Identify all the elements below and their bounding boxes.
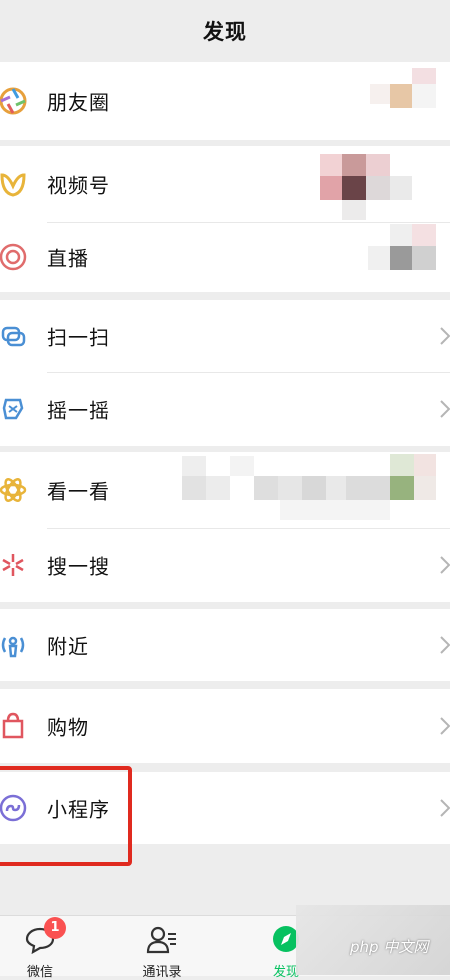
scan-icon bbox=[0, 319, 30, 353]
menu-item-scan[interactable]: 扫一扫 bbox=[0, 300, 450, 372]
search-icon bbox=[0, 548, 30, 582]
menu-item-label: 视频号 bbox=[47, 173, 110, 198]
watermark-text: php 中文网 bbox=[350, 938, 429, 956]
tab-label: 微信 bbox=[26, 965, 53, 980]
menu-item-label: 摇一摇 bbox=[47, 398, 110, 423]
moments-icon bbox=[0, 84, 30, 118]
menu-item-label: 扫一扫 bbox=[47, 325, 110, 350]
menu-item-shopping[interactable]: 购物 bbox=[0, 689, 450, 763]
menu-item-shake[interactable]: 摇一摇 bbox=[0, 372, 450, 446]
group-moments: 朋友圈 bbox=[0, 62, 450, 140]
menu-item-search[interactable]: 搜一搜 bbox=[0, 528, 450, 602]
menu-item-label: 直播 bbox=[47, 246, 89, 271]
chevron-right-icon bbox=[440, 400, 450, 418]
group-stories-search: 看一看 搜一搜 bbox=[0, 452, 450, 602]
live-icon bbox=[0, 240, 30, 274]
group-scan-shake: 扫一扫 摇一摇 bbox=[0, 300, 450, 446]
chevron-right-icon bbox=[440, 636, 450, 654]
menu-item-label: 小程序 bbox=[47, 797, 110, 822]
mini-programs-icon bbox=[0, 791, 30, 825]
contacts-icon bbox=[146, 926, 176, 954]
channels-icon bbox=[0, 167, 30, 201]
menu-item-label: 朋友圈 bbox=[47, 90, 110, 115]
menu-item-label: 看一看 bbox=[47, 479, 110, 504]
unread-badge: 1 bbox=[44, 917, 66, 939]
chevron-right-icon bbox=[440, 327, 450, 345]
group-channels: 视频号 直播 bbox=[0, 146, 450, 292]
nearby-icon bbox=[0, 628, 30, 662]
chevron-right-icon bbox=[440, 799, 450, 817]
tab-chats[interactable]: 1 微信 bbox=[0, 916, 80, 980]
menu-item-moments[interactable]: 朋友圈 bbox=[0, 62, 450, 140]
menu-item-nearby[interactable]: 附近 bbox=[0, 609, 450, 681]
top-bar: 发现 bbox=[0, 0, 450, 62]
chevron-right-icon bbox=[440, 717, 450, 735]
menu-item-label: 附近 bbox=[47, 634, 89, 659]
shake-icon bbox=[0, 392, 30, 426]
chevron-right-icon bbox=[440, 556, 450, 574]
page-title: 发现 bbox=[203, 20, 247, 44]
menu-item-label: 搜一搜 bbox=[47, 554, 110, 579]
shopping-icon bbox=[0, 709, 30, 743]
menu-item-mini-programs[interactable]: 小程序 bbox=[0, 772, 450, 844]
group-shopping: 购物 bbox=[0, 689, 450, 763]
menu-item-label: 购物 bbox=[47, 715, 89, 740]
tab-label: 通讯录 bbox=[142, 965, 182, 980]
menu-item-top-stories[interactable]: 看一看 bbox=[0, 452, 450, 528]
menu-item-channels[interactable]: 视频号 bbox=[0, 146, 450, 222]
tab-contacts[interactable]: 通讯录 bbox=[122, 916, 202, 980]
group-nearby: 附近 bbox=[0, 609, 450, 681]
group-mini-programs: 小程序 bbox=[0, 772, 450, 844]
top-stories-icon bbox=[0, 473, 30, 507]
menu-item-live[interactable]: 直播 bbox=[0, 222, 450, 292]
